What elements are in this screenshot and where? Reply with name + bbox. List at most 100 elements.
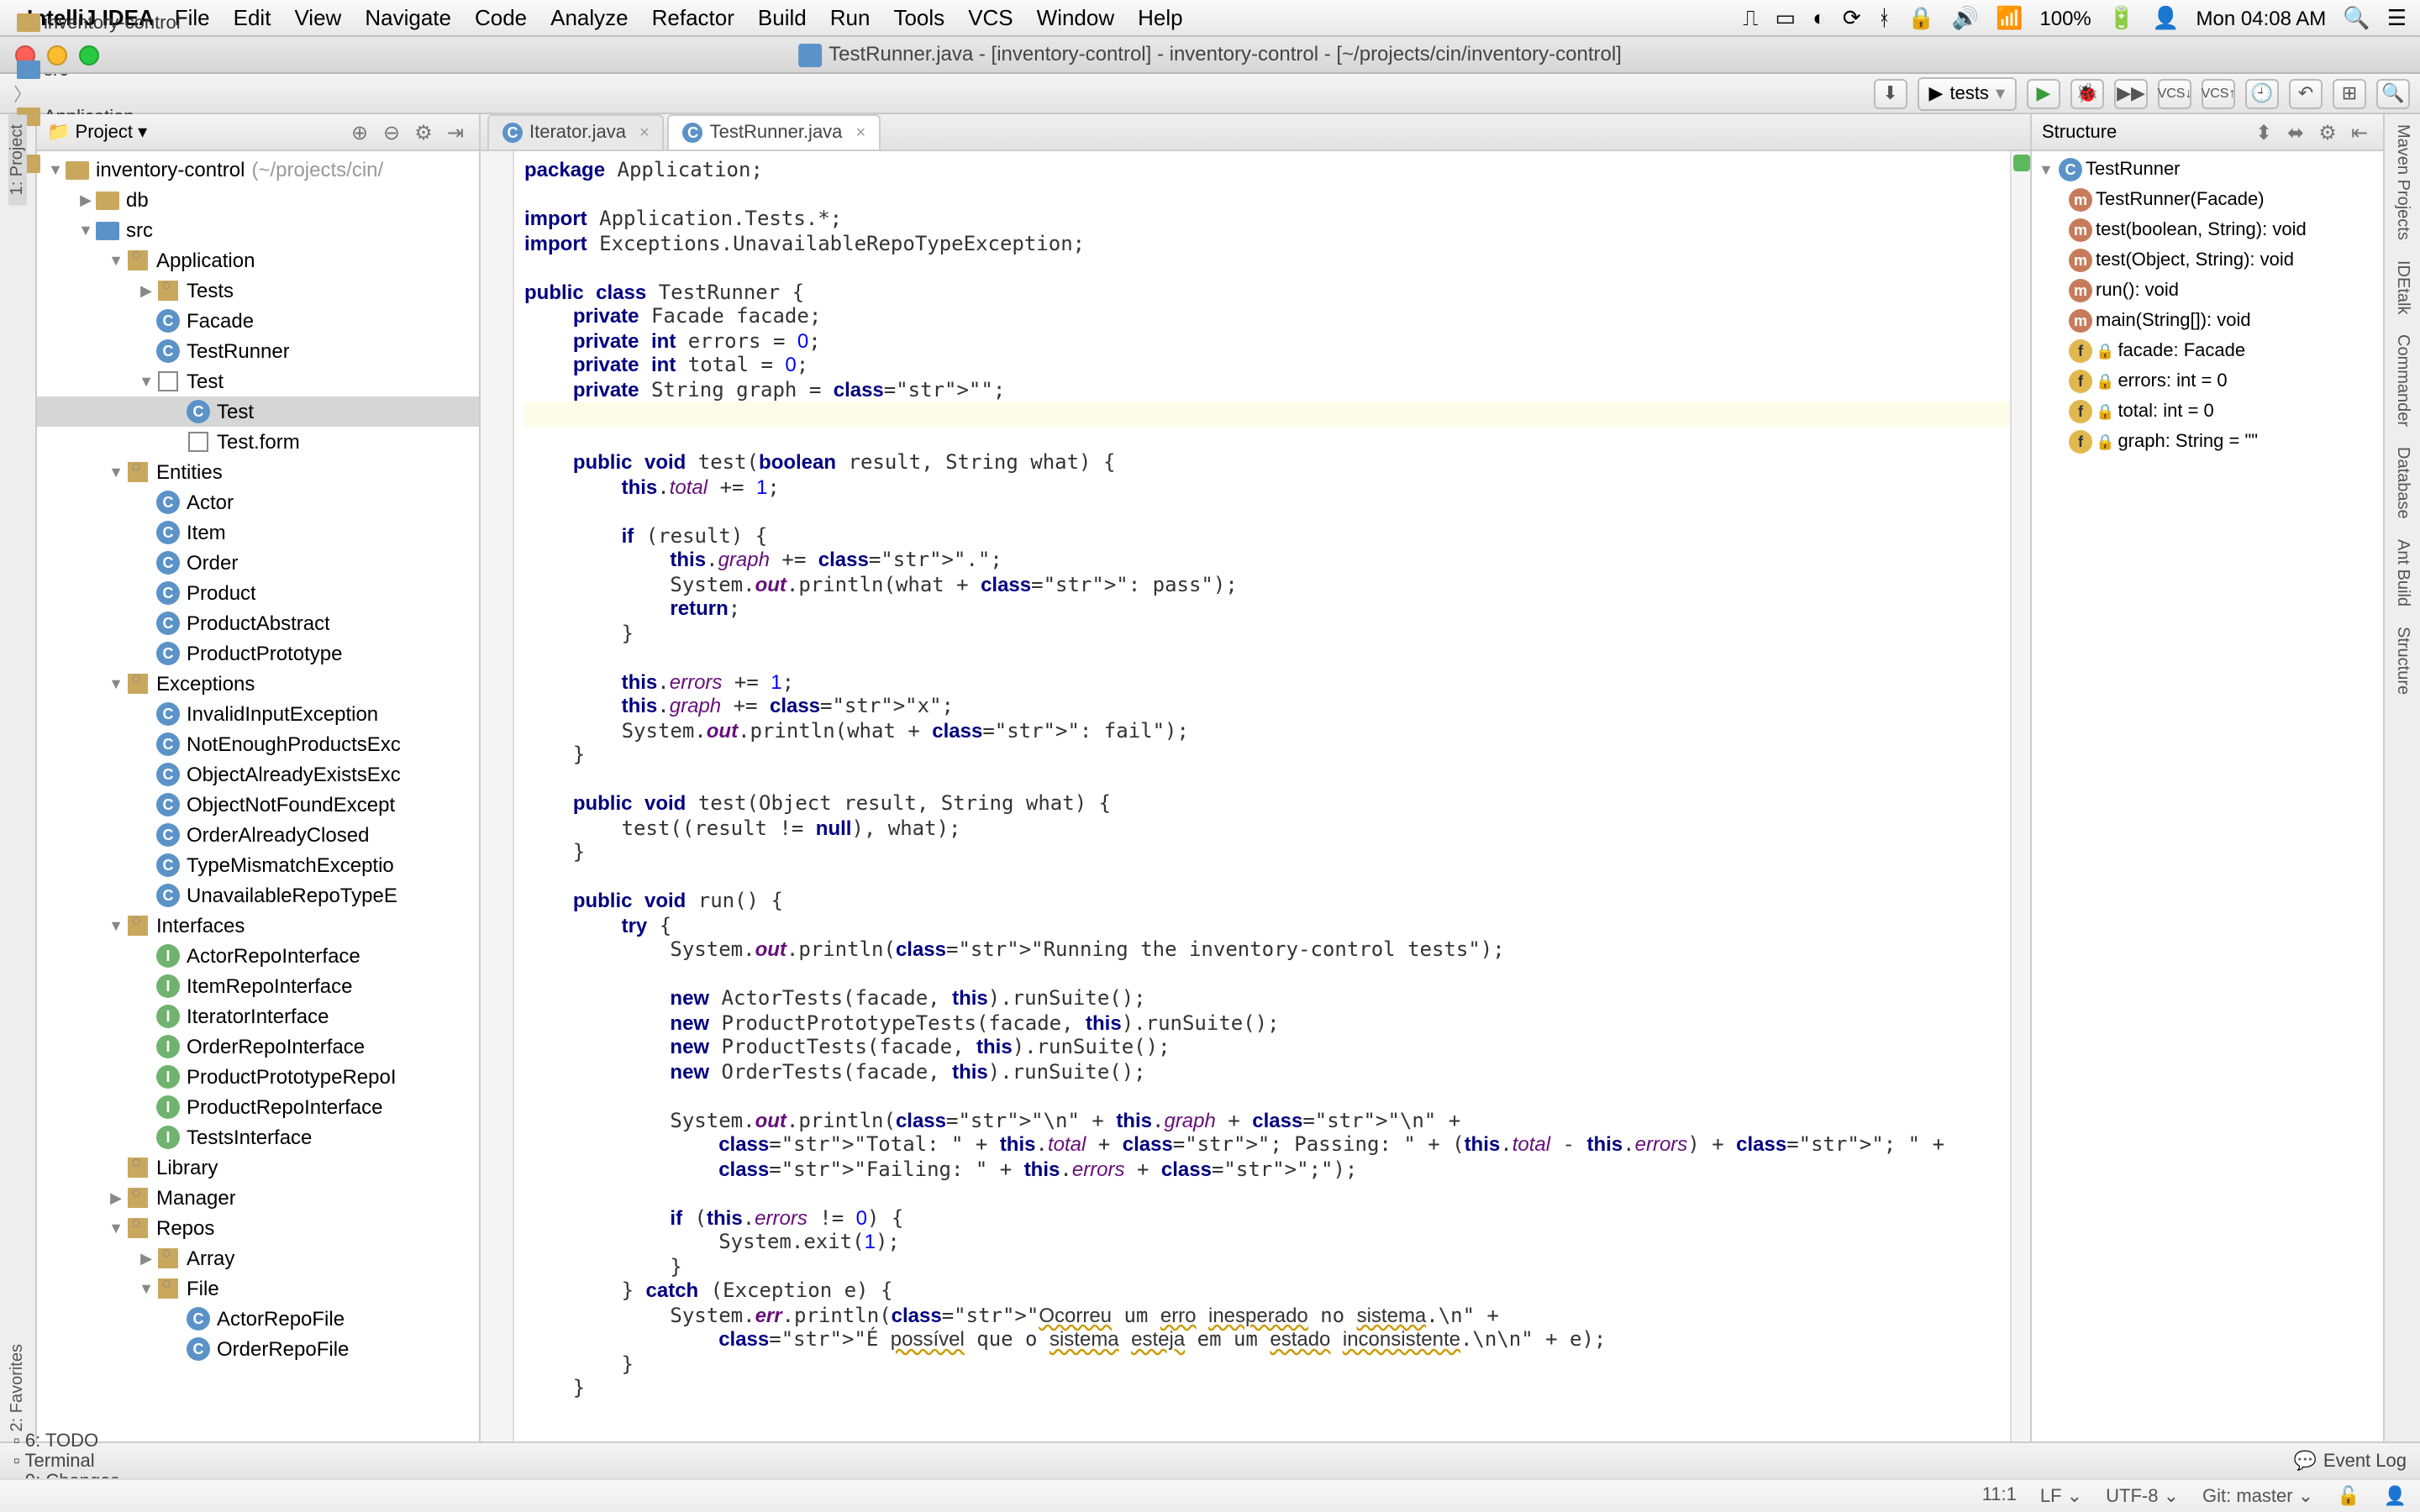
structure-node[interactable]: m test(boolean, String): void <box>2032 215 2383 245</box>
wifi-icon[interactable]: 📶 <box>1996 4 2023 31</box>
structure-node[interactable]: m main(String[]): void <box>2032 306 2383 336</box>
clock[interactable]: Mon 04:08 AM <box>2196 6 2327 29</box>
tree-node[interactable]: ▶ Manager <box>37 1183 479 1213</box>
tree-arrow-icon[interactable]: ▼ <box>138 1280 155 1297</box>
tree-node[interactable]: I IteratorInterface <box>37 1001 479 1032</box>
tree-node[interactable]: C ProductAbstract <box>37 608 479 638</box>
tree-node[interactable]: C Product <box>37 578 479 608</box>
structure-tree[interactable]: ▼C TestRunner m TestRunner(Facade) m tes… <box>2032 151 2383 1441</box>
structure-node[interactable]: f 🔒 total: int = 0 <box>2032 396 2383 427</box>
menu-build[interactable]: Build <box>758 5 807 30</box>
tree-node[interactable]: C NotEnoughProductsExc <box>37 729 479 759</box>
battery-icon[interactable]: 🔋 <box>2108 4 2135 31</box>
tree-arrow-icon[interactable]: ▼ <box>108 917 124 934</box>
tree-node[interactable]: C Item <box>37 517 479 548</box>
menu-navigate[interactable]: Navigate <box>365 5 451 30</box>
favorites-tool-button[interactable]: 2: Favorites <box>8 1334 27 1442</box>
tree-arrow-icon[interactable]: ▼ <box>108 675 124 692</box>
collapse-all-icon[interactable]: ⬌ <box>2282 118 2309 145</box>
tree-arrow-icon[interactable]: ▼ <box>138 373 155 390</box>
tool-button-structure[interactable]: Structure <box>2393 617 2412 705</box>
expand-all-icon[interactable]: ⬍ <box>2250 118 2277 145</box>
structure-node[interactable]: m TestRunner(Facade) <box>2032 185 2383 215</box>
tree-node[interactable]: ▶ Array <box>37 1243 479 1273</box>
scroll-from-source-icon[interactable]: ⊖ <box>378 118 405 145</box>
run-button[interactable]: ▶ <box>2027 78 2060 108</box>
tool-button-maven-projects[interactable]: Maven Projects <box>2393 114 2412 250</box>
menu-refactor[interactable]: Refactor <box>652 5 734 30</box>
tree-node[interactable]: I TestsInterface <box>37 1122 479 1152</box>
tree-node[interactable]: C UnavailableRepoTypeE <box>37 880 479 911</box>
vcs-revert-button[interactable]: ↶ <box>2289 78 2323 108</box>
tool-button-todo[interactable]: ▫ 6: TODO <box>13 1431 119 1451</box>
scroll-to-source-icon[interactable]: ⊕ <box>346 118 373 145</box>
vcs-history-button[interactable]: 🕘 <box>2245 78 2279 108</box>
tree-node[interactable]: ▼ Test <box>37 366 479 396</box>
tree-node[interactable]: Library <box>37 1152 479 1183</box>
error-stripe[interactable] <box>2010 151 2030 1441</box>
hide-icon[interactable]: ⇤ <box>2346 118 2373 145</box>
tree-node[interactable]: C ActorRepoFile <box>37 1304 479 1334</box>
menu-vcs[interactable]: VCS <box>968 5 1013 30</box>
tree-node[interactable]: C TestRunner <box>37 336 479 366</box>
tree-node[interactable]: Test.form <box>37 427 479 457</box>
tree-node[interactable]: C Facade <box>37 306 479 336</box>
project-view-selector[interactable]: 📁 Project ▾ <box>47 121 147 143</box>
tree-node[interactable]: C OrderAlreadyClosed <box>37 820 479 850</box>
display-icon[interactable]: ▭ <box>1776 4 1797 31</box>
tree-node[interactable]: ▶ db <box>37 185 479 215</box>
tree-node[interactable]: ▶ Tests <box>37 276 479 306</box>
structure-node[interactable]: ▼C TestRunner <box>2032 155 2383 185</box>
tree-arrow-icon[interactable]: ▶ <box>138 281 155 300</box>
tree-node[interactable]: I ItemRepoInterface <box>37 971 479 1001</box>
lock-icon[interactable]: 🔒 <box>1907 4 1934 31</box>
menu-run[interactable]: Run <box>830 5 871 30</box>
menu-view[interactable]: View <box>294 5 341 30</box>
tree-arrow-icon[interactable]: ▼ <box>47 161 64 178</box>
close-tab-icon[interactable]: × <box>855 123 865 142</box>
editor-tab[interactable]: C TestRunner.java × <box>668 114 881 150</box>
project-structure-button[interactable]: ⊞ <box>2333 78 2366 108</box>
tree-node[interactable]: C ObjectAlreadyExistsExc <box>37 759 479 790</box>
structure-node[interactable]: f 🔒 facade: Facade <box>2032 336 2383 366</box>
tree-arrow-icon[interactable]: ▼ <box>77 222 94 239</box>
settings-icon[interactable]: ⚙ <box>410 118 437 145</box>
debug-button[interactable]: 🐞 <box>2070 78 2104 108</box>
tree-node[interactable]: ▼ Repos <box>37 1213 479 1243</box>
breadcrumb-item[interactable]: inventory-control <box>10 13 187 33</box>
menu-edit[interactable]: Edit <box>234 5 271 30</box>
coverage-button[interactable]: ▶▶ <box>2114 78 2148 108</box>
tree-arrow-icon[interactable]: ▼ <box>108 464 124 480</box>
tool-button-database[interactable]: Database <box>2393 437 2412 529</box>
hide-icon[interactable]: ⇥ <box>442 118 469 145</box>
line-separator[interactable]: LF ⌄ <box>2040 1485 2082 1507</box>
tree-node[interactable]: C InvalidInputException <box>37 699 479 729</box>
gutter[interactable] <box>481 151 514 1441</box>
tree-node[interactable]: ▼ File <box>37 1273 479 1304</box>
menu-help[interactable]: Help <box>1138 5 1183 30</box>
tree-node[interactable]: I OrderRepoInterface <box>37 1032 479 1062</box>
tree-arrow-icon[interactable]: ▶ <box>108 1189 124 1207</box>
tree-node[interactable]: I ProductPrototypeRepoI <box>37 1062 479 1092</box>
tool-button-ant-build[interactable]: Ant Build <box>2393 529 2412 617</box>
user-icon[interactable]: 👤 <box>2152 4 2179 31</box>
menu-analyze[interactable]: Analyze <box>550 5 629 30</box>
project-tree[interactable]: ▼ inventory-control (~/projects/cin/ ▶ d… <box>37 151 479 1441</box>
menu-code[interactable]: Code <box>475 5 527 30</box>
structure-node[interactable]: f 🔒 graph: String = "" <box>2032 427 2383 457</box>
zoom-window-button[interactable] <box>79 45 99 65</box>
tree-node[interactable]: ▼ Exceptions <box>37 669 479 699</box>
event-log-button[interactable]: 💬 Event Log <box>2294 1450 2407 1472</box>
tree-node[interactable]: C Actor <box>37 487 479 517</box>
tree-node[interactable]: ▼ src <box>37 215 479 245</box>
vcs-update-button[interactable]: VCS↓ <box>2158 78 2191 108</box>
tool-button-terminal[interactable]: ▫ Terminal <box>13 1451 119 1471</box>
tree-node[interactable]: C TypeMismatchExceptio <box>37 850 479 880</box>
close-tab-icon[interactable]: × <box>639 123 650 142</box>
vcs-commit-button[interactable]: VCS↑ <box>2202 78 2235 108</box>
volume-icon[interactable]: 🔊 <box>1952 4 1979 31</box>
hector-icon[interactable]: 👤 <box>2384 1485 2407 1507</box>
tree-node[interactable]: C OrderRepoFile <box>37 1334 479 1364</box>
tree-arrow-icon[interactable]: ▶ <box>138 1249 155 1268</box>
tree-node[interactable]: ▼ Interfaces <box>37 911 479 941</box>
